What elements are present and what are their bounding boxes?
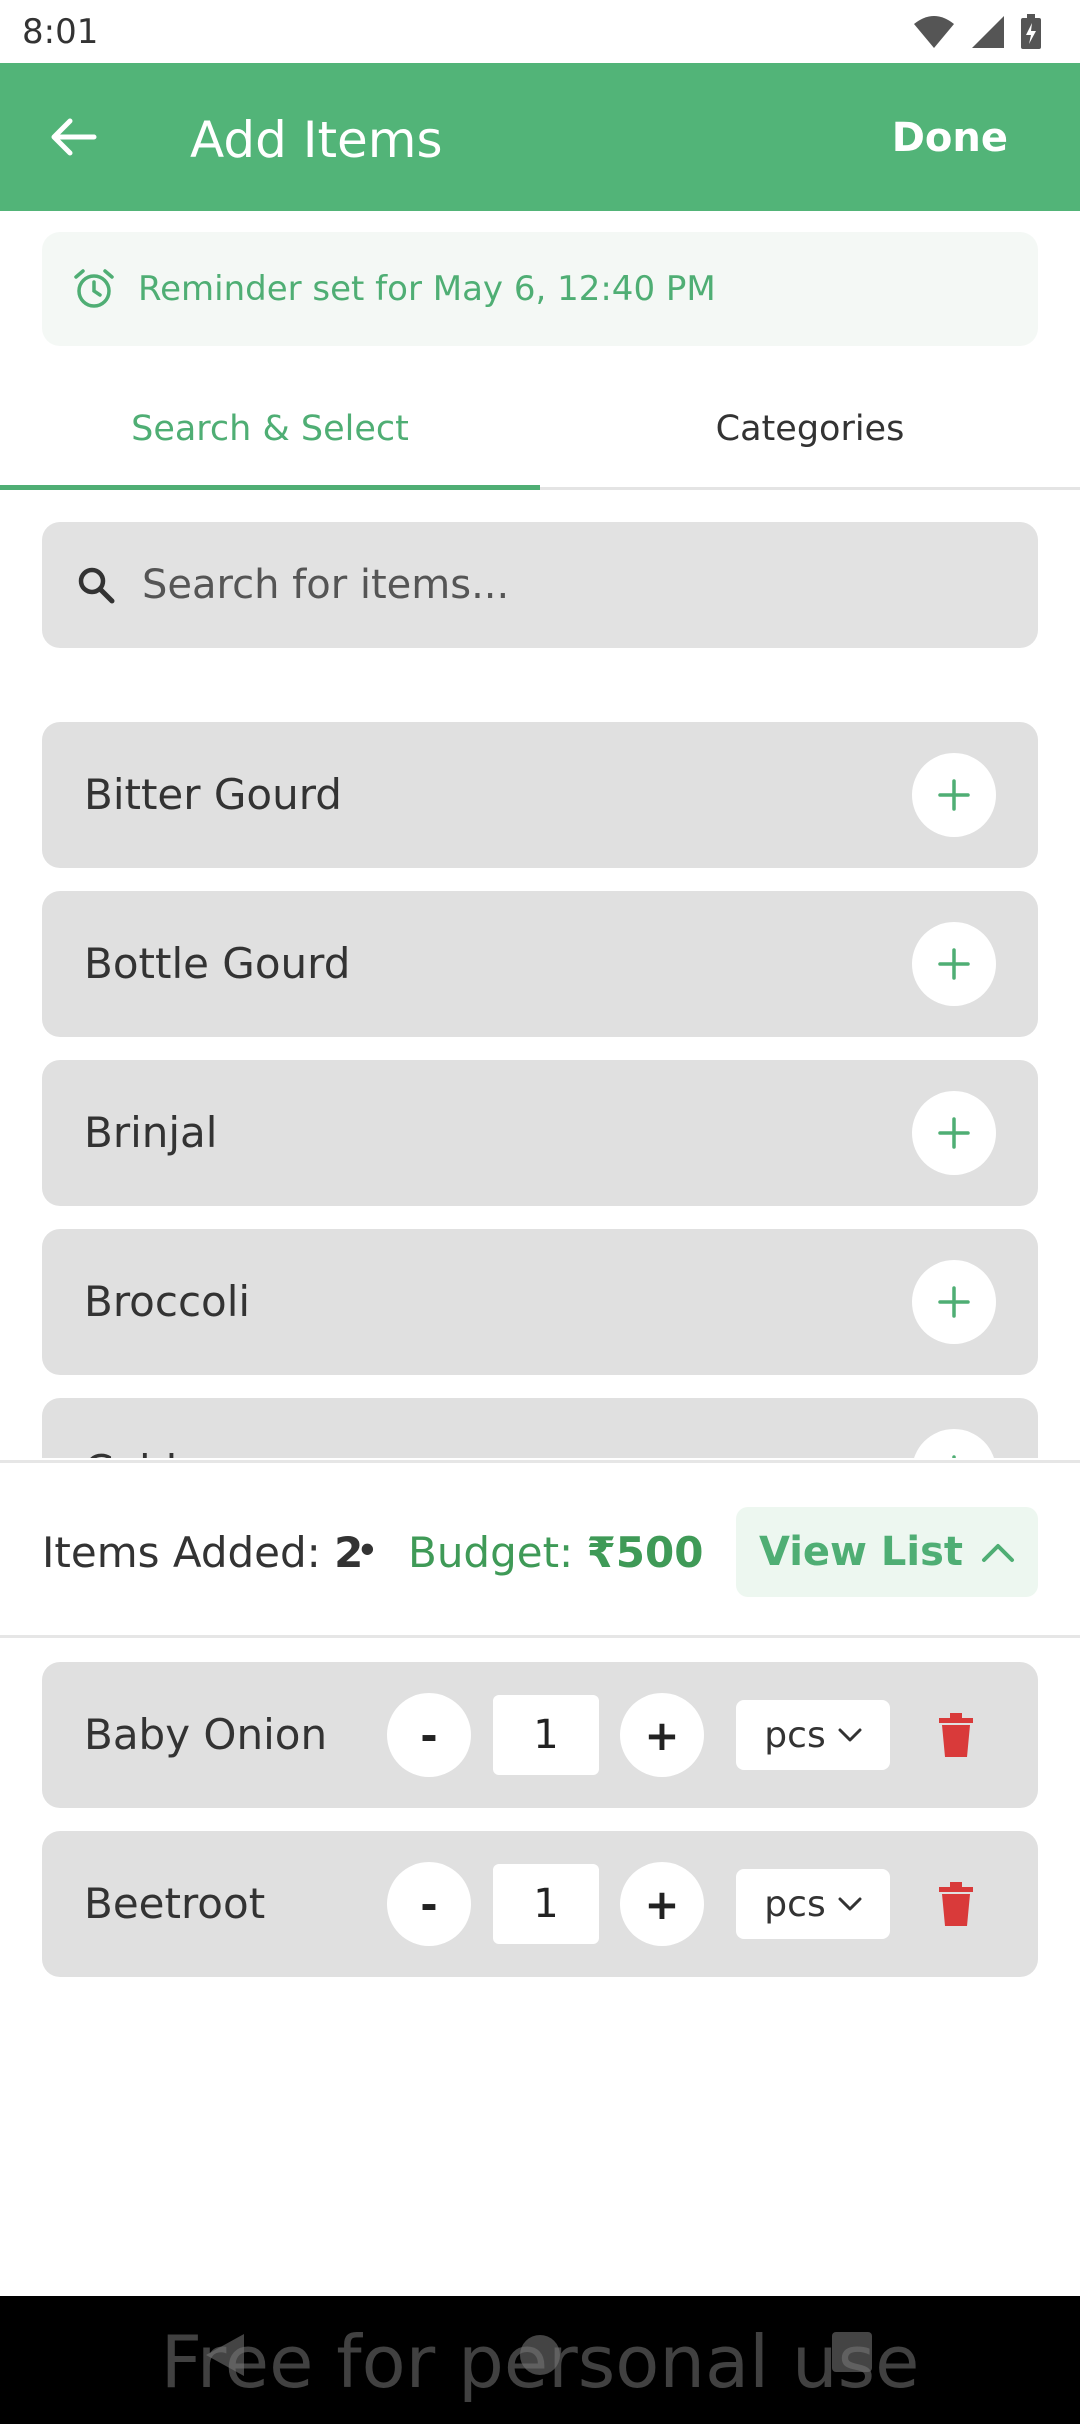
app-bar: Add Items Done xyxy=(0,63,1080,211)
increment-button[interactable]: + xyxy=(620,1693,704,1777)
search-box xyxy=(42,522,1038,648)
item-name: Brinjal xyxy=(84,1108,218,1157)
list-item[interactable]: Cabbage xyxy=(42,1398,1038,1458)
list-item[interactable]: Broccoli xyxy=(42,1229,1038,1375)
item-name: Bitter Gourd xyxy=(84,770,342,819)
add-item-button[interactable] xyxy=(912,753,996,837)
add-item-button[interactable] xyxy=(912,1091,996,1175)
plus-icon xyxy=(938,1286,970,1318)
reminder-text: Reminder set for May 6, 12:40 PM xyxy=(138,269,716,309)
tab-bar: Search & Select Categories xyxy=(0,370,1080,490)
delete-button[interactable] xyxy=(934,1879,978,1929)
done-button[interactable]: Done xyxy=(892,115,1008,161)
separator-dot: • xyxy=(360,1525,375,1572)
item-name: Cabbage xyxy=(84,1446,271,1458)
increment-button[interactable]: + xyxy=(620,1862,704,1946)
items-list[interactable]: Bitter Gourd Bottle Gourd Brinjal Brocco… xyxy=(0,720,1080,1458)
item-name: Broccoli xyxy=(84,1277,251,1326)
delete-button[interactable] xyxy=(934,1710,978,1760)
budget-value: ₹500 xyxy=(586,1528,704,1577)
unit-value: pcs xyxy=(764,1714,826,1756)
add-item-button[interactable] xyxy=(912,1429,996,1458)
list-item[interactable]: Bitter Gourd xyxy=(42,722,1038,868)
selected-item-name: Beetroot xyxy=(84,1879,266,1928)
battery-icon xyxy=(1021,14,1041,49)
trash-icon xyxy=(939,1713,973,1757)
plus-icon xyxy=(938,948,970,980)
list-item[interactable]: Brinjal xyxy=(42,1060,1038,1206)
selected-item-row: Baby Onion - 1 + pcs xyxy=(42,1662,1038,1808)
view-list-button[interactable]: View List xyxy=(736,1507,1038,1597)
plus-icon xyxy=(938,779,970,811)
items-added-label: Items Added: xyxy=(42,1528,321,1577)
selected-item-name: Baby Onion xyxy=(84,1710,328,1759)
budget-label: Budget: xyxy=(408,1528,574,1577)
status-icons xyxy=(912,14,1042,50)
signal-icon xyxy=(972,16,1004,48)
search-input[interactable] xyxy=(142,562,942,608)
watermark: Free for personal use xyxy=(160,2320,920,2404)
quantity-field[interactable]: 1 xyxy=(493,1864,599,1944)
status-time: 8:01 xyxy=(22,12,99,52)
chevron-up-icon xyxy=(982,1544,1015,1562)
list-item[interactable]: Bottle Gourd xyxy=(42,891,1038,1037)
chevron-down-icon xyxy=(838,1897,862,1911)
quantity-field[interactable]: 1 xyxy=(493,1695,599,1775)
selected-item-row: Beetroot - 1 + pcs xyxy=(42,1831,1038,1977)
decrement-button[interactable]: - xyxy=(387,1862,471,1946)
plus-icon xyxy=(938,1117,970,1149)
budget-text: Budget: ₹500 xyxy=(408,1528,703,1577)
alarm-clock-icon xyxy=(74,269,114,308)
back-button[interactable] xyxy=(44,107,104,167)
arrow-back-icon xyxy=(51,118,97,156)
view-list-label: View List xyxy=(758,1529,964,1575)
search-icon xyxy=(78,567,115,604)
decrement-button[interactable]: - xyxy=(387,1693,471,1777)
tab-search-select[interactable]: Search & Select xyxy=(0,370,540,490)
trash-icon xyxy=(939,1882,973,1926)
reminder-banner: Reminder set for May 6, 12:40 PM xyxy=(42,232,1038,346)
status-bar: 8:01 xyxy=(0,0,1080,63)
chevron-down-icon xyxy=(838,1728,862,1742)
unit-dropdown[interactable]: pcs xyxy=(736,1700,890,1770)
plus-icon xyxy=(952,1455,956,1458)
add-item-button[interactable] xyxy=(912,922,996,1006)
add-item-button[interactable] xyxy=(912,1260,996,1344)
unit-dropdown[interactable]: pcs xyxy=(736,1869,890,1939)
item-name: Bottle Gourd xyxy=(84,939,351,988)
summary-bar: Items Added: 2 • Budget: ₹500 View List xyxy=(0,1460,1080,1638)
tab-categories[interactable]: Categories xyxy=(540,370,1080,487)
unit-value: pcs xyxy=(764,1883,826,1925)
page-title: Add Items xyxy=(190,111,443,169)
wifi-icon xyxy=(914,16,954,48)
items-added-count: Items Added: 2 xyxy=(42,1528,363,1577)
